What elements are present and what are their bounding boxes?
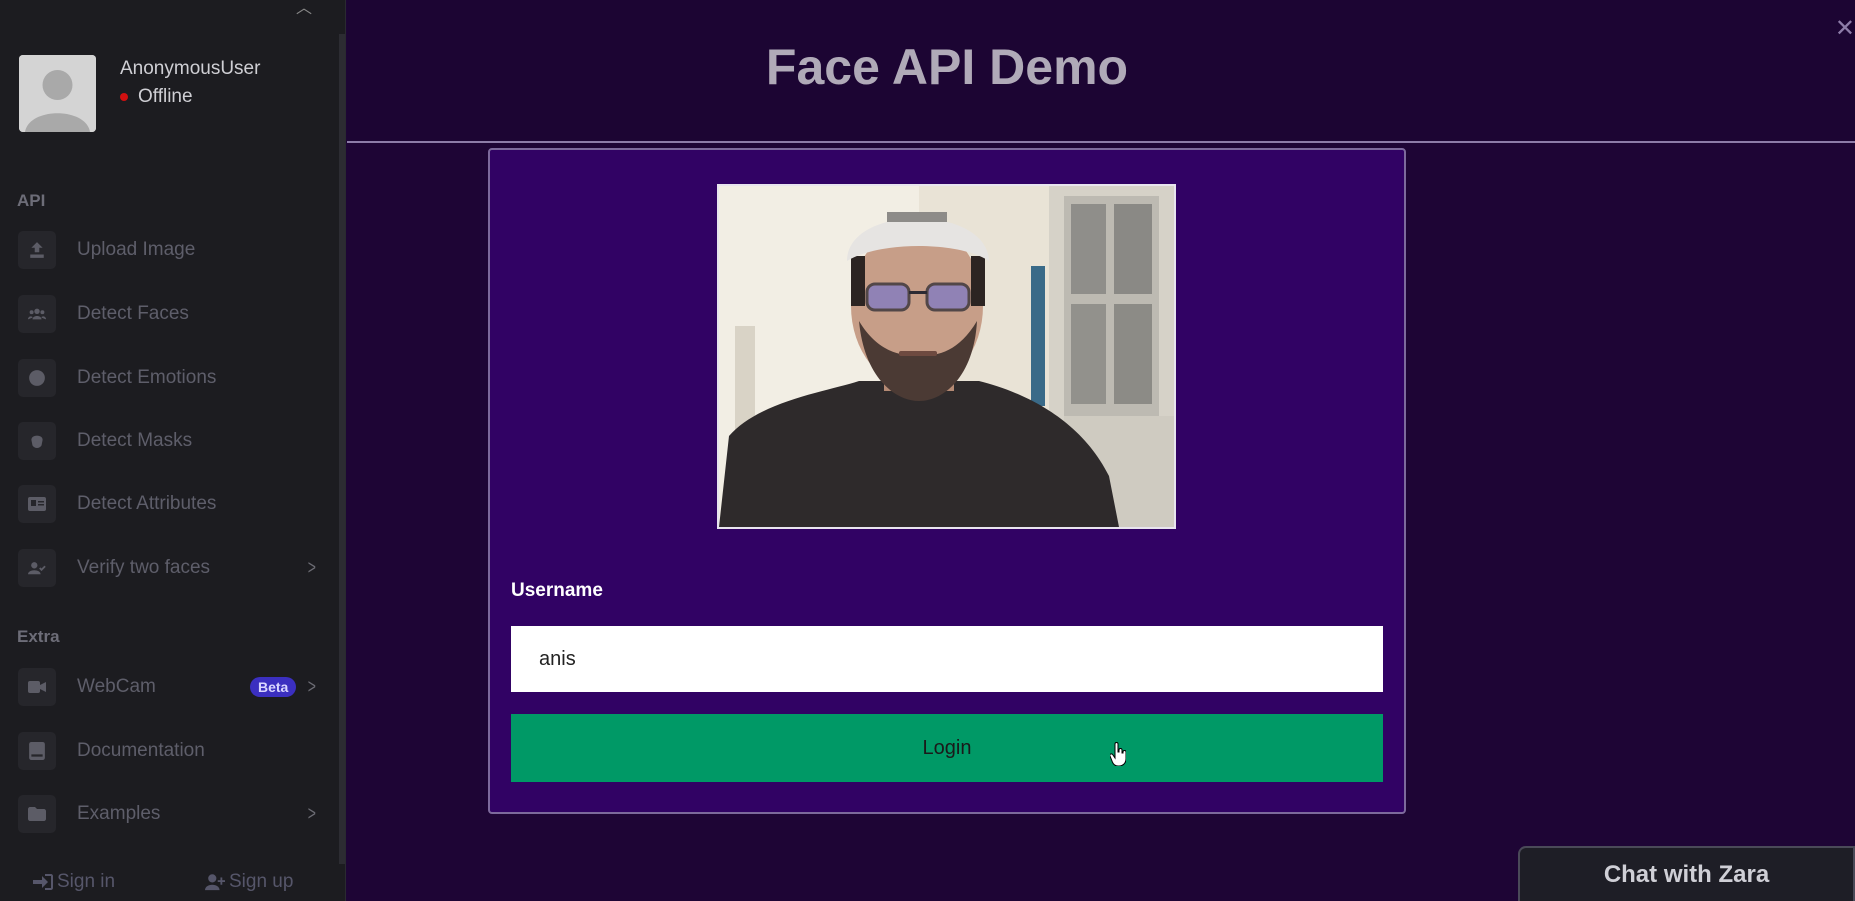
users-icon	[18, 295, 56, 333]
sidebar-item-label: Detect Emotions	[77, 367, 217, 388]
close-icon[interactable]: ✕	[1835, 14, 1855, 43]
video-icon	[18, 668, 56, 706]
chat-widget-button[interactable]: Chat with Zara	[1518, 846, 1855, 901]
sidebar-item-label: Examples	[77, 803, 161, 824]
login-button[interactable]: Login	[511, 714, 1383, 782]
sidebar-item-label: Verify two faces	[77, 557, 211, 578]
sidebar-item-detect-emotions[interactable]: Detect Emotions	[0, 348, 340, 408]
sidebar-item-detect-faces[interactable]: Detect Faces	[0, 284, 340, 344]
mask-icon	[18, 422, 56, 460]
sidebar-item-detect-attributes[interactable]: Detect Attributes	[0, 474, 340, 534]
chevron-right-icon: >	[308, 557, 317, 579]
sign-in-label: Sign in	[57, 870, 116, 892]
user-status: Offline	[120, 86, 193, 108]
sidebar-item-label: Detect Masks	[77, 430, 193, 451]
page-header: Face API Demo ✕	[347, 0, 1855, 143]
sidebar-item-verify-two-faces[interactable]: Verify two faces >	[0, 538, 340, 598]
sidebar-item-detect-masks[interactable]: Detect Masks	[0, 411, 340, 471]
sign-up-label: Sign up	[229, 870, 294, 892]
sidebar-item-documentation[interactable]: Documentation	[0, 721, 340, 781]
user-name: AnonymousUser	[120, 58, 261, 79]
user-plus-icon	[205, 873, 225, 890]
username-label: Username	[511, 580, 603, 601]
sign-in-link[interactable]: Sign in	[33, 871, 115, 893]
upload-icon	[18, 231, 56, 269]
hand-cursor-icon	[1110, 742, 1126, 766]
sidebar-item-webcam[interactable]: WebCam Beta >	[0, 657, 340, 717]
beta-badge: Beta	[250, 677, 297, 697]
emotion-icon	[18, 359, 56, 397]
sidebar-item-label: Detect Attributes	[77, 493, 217, 514]
user-status-label: Offline	[138, 86, 193, 107]
sidebar: ︿ AnonymousUser Offline API Upload Image…	[0, 0, 346, 901]
user-panel: AnonymousUser Offline	[0, 52, 340, 137]
sign-in-icon	[33, 873, 53, 890]
sidebar-item-label: WebCam	[77, 676, 156, 697]
sidebar-item-label: Documentation	[77, 740, 205, 761]
sidebar-item-upload-image[interactable]: Upload Image	[0, 220, 340, 280]
sidebar-item-label: Detect Faces	[77, 303, 189, 324]
webcam-video	[717, 184, 1176, 529]
main-content: Face API Demo ✕ Username anis Login Chat…	[347, 0, 1855, 901]
sidebar-item-examples[interactable]: Examples >	[0, 784, 340, 844]
login-card: Username Login	[488, 148, 1406, 814]
chevron-up-icon[interactable]: ︿	[296, 0, 312, 18]
book-icon	[18, 732, 56, 770]
status-dot-icon	[120, 93, 128, 101]
chevron-right-icon: >	[308, 803, 317, 825]
sidebar-item-label: Upload Image	[77, 239, 196, 260]
section-header-extra: Extra	[17, 627, 60, 646]
sign-up-link[interactable]: Sign up	[205, 871, 293, 893]
auth-row: Sign in Sign up	[0, 862, 346, 901]
folder-icon	[18, 795, 56, 833]
avatar	[19, 55, 96, 132]
section-header-api: API	[17, 191, 46, 210]
user-check-icon	[18, 549, 56, 587]
page-title: Face API Demo	[765, 39, 1129, 95]
id-card-icon	[18, 485, 56, 523]
chevron-right-icon: >	[308, 676, 317, 698]
username-input[interactable]	[511, 626, 1383, 692]
